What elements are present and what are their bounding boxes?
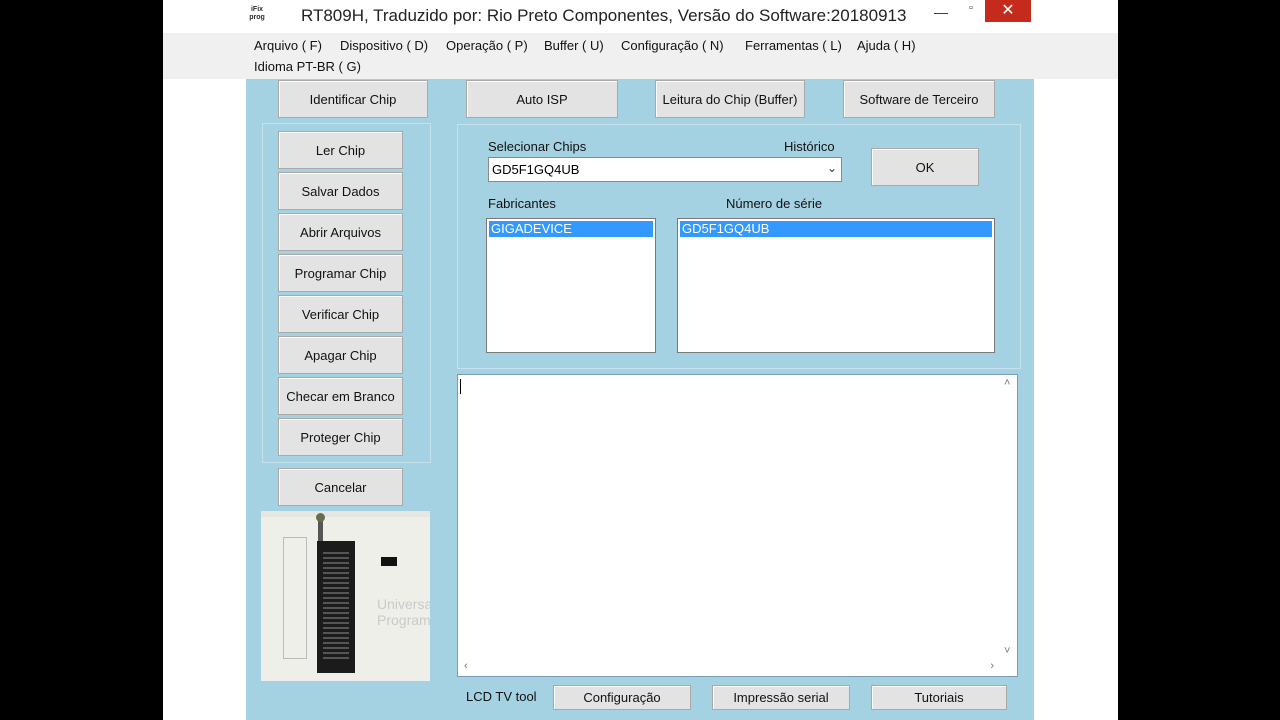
scroll-down-icon[interactable]: ˅ bbox=[1004, 645, 1010, 657]
menu-configuracao[interactable]: Configuração ( N) bbox=[621, 38, 724, 53]
blank-check-button[interactable]: Checar em Branco bbox=[278, 377, 403, 415]
vertical-scrollbar[interactable]: ˄ ˅ bbox=[1000, 375, 1017, 659]
program-chip-button[interactable]: Programar Chip bbox=[278, 254, 403, 292]
ok-button[interactable]: OK bbox=[871, 148, 979, 186]
cancel-button[interactable]: Cancelar bbox=[278, 468, 403, 506]
chip-select-dropdown[interactable]: GD5F1GQ4UB ⌄ bbox=[488, 157, 842, 182]
log-textarea[interactable]: ˄ ˅ ‹ › bbox=[457, 374, 1018, 677]
window-title: RT809H, Traduzido por: Rio Preto Compone… bbox=[301, 6, 907, 25]
app-logo-icon: iFix prog bbox=[249, 6, 265, 21]
list-item-manufacturer[interactable]: GIGADEVICE bbox=[489, 221, 653, 237]
identify-chip-button[interactable]: Identificar Chip bbox=[278, 80, 428, 118]
close-button[interactable]: ✕ bbox=[985, 0, 1031, 22]
menu-idioma[interactable]: Idioma PT-BR ( G) bbox=[254, 59, 361, 74]
third-party-software-button[interactable]: Software de Terceiro bbox=[843, 80, 995, 118]
menu-buffer[interactable]: Buffer ( U) bbox=[544, 38, 604, 53]
serial-print-button[interactable]: Impressão serial bbox=[712, 685, 850, 710]
erase-chip-button[interactable]: Apagar Chip bbox=[278, 336, 403, 374]
menu-bar: Arquivo ( F) Dispositivo ( D) Operação (… bbox=[163, 33, 1118, 79]
main-panel: Identificar Chip Auto ISP Leitura do Chi… bbox=[246, 79, 1034, 720]
menu-arquivo[interactable]: Arquivo ( F) bbox=[254, 38, 322, 53]
horizontal-scrollbar[interactable]: ‹ › bbox=[458, 659, 1000, 676]
scroll-right-icon[interactable]: › bbox=[990, 660, 994, 672]
auto-isp-button[interactable]: Auto ISP bbox=[466, 80, 618, 118]
menu-ferramentas[interactable]: Ferramentas ( L) bbox=[745, 38, 842, 53]
menu-dispositivo[interactable]: Dispositivo ( D) bbox=[340, 38, 428, 53]
configuration-button[interactable]: Configuração bbox=[553, 685, 691, 710]
history-label: Histórico bbox=[784, 139, 835, 154]
serial-number-label: Número de série bbox=[726, 196, 823, 211]
photo-caption: Universa Programm bbox=[377, 596, 430, 628]
open-files-button[interactable]: Abrir Arquivos bbox=[278, 213, 403, 251]
text-caret bbox=[460, 379, 461, 394]
programmer-photo: Universa Programm bbox=[261, 511, 430, 681]
chip-select-value: GD5F1GQ4UB bbox=[492, 162, 580, 177]
maximize-button[interactable]: ▫ bbox=[958, 2, 984, 24]
read-chip-buffer-button[interactable]: Leitura do Chip (Buffer) bbox=[655, 80, 805, 118]
scroll-up-icon[interactable]: ˄ bbox=[1004, 377, 1010, 389]
serial-number-list[interactable]: GD5F1GQ4UB bbox=[677, 218, 995, 353]
app-window: iFix prog RT809H, Traduzido por: Rio Pre… bbox=[163, 0, 1118, 720]
tutorials-button[interactable]: Tutoriais bbox=[871, 685, 1007, 710]
chevron-down-icon[interactable]: ⌄ bbox=[827, 161, 837, 175]
menu-ajuda[interactable]: Ajuda ( H) bbox=[857, 38, 916, 53]
title-bar[interactable]: iFix prog RT809H, Traduzido por: Rio Pre… bbox=[163, 0, 1118, 33]
menu-operacao[interactable]: Operação ( P) bbox=[446, 38, 528, 53]
minimize-button[interactable]: — bbox=[928, 4, 954, 26]
lcd-tv-tool-label[interactable]: LCD TV tool bbox=[466, 689, 537, 704]
read-chip-button[interactable]: Ler Chip bbox=[278, 131, 403, 169]
list-item-serial[interactable]: GD5F1GQ4UB bbox=[680, 221, 992, 237]
manufacturers-label: Fabricantes bbox=[488, 196, 556, 211]
scroll-left-icon[interactable]: ‹ bbox=[464, 660, 468, 672]
protect-chip-button[interactable]: Proteger Chip bbox=[278, 418, 403, 456]
zif-socket bbox=[317, 541, 355, 673]
save-data-button[interactable]: Salvar Dados bbox=[278, 172, 403, 210]
select-chips-label: Selecionar Chips bbox=[488, 139, 587, 154]
verify-chip-button[interactable]: Verificar Chip bbox=[278, 295, 403, 333]
manufacturers-list[interactable]: GIGADEVICE bbox=[486, 218, 656, 353]
